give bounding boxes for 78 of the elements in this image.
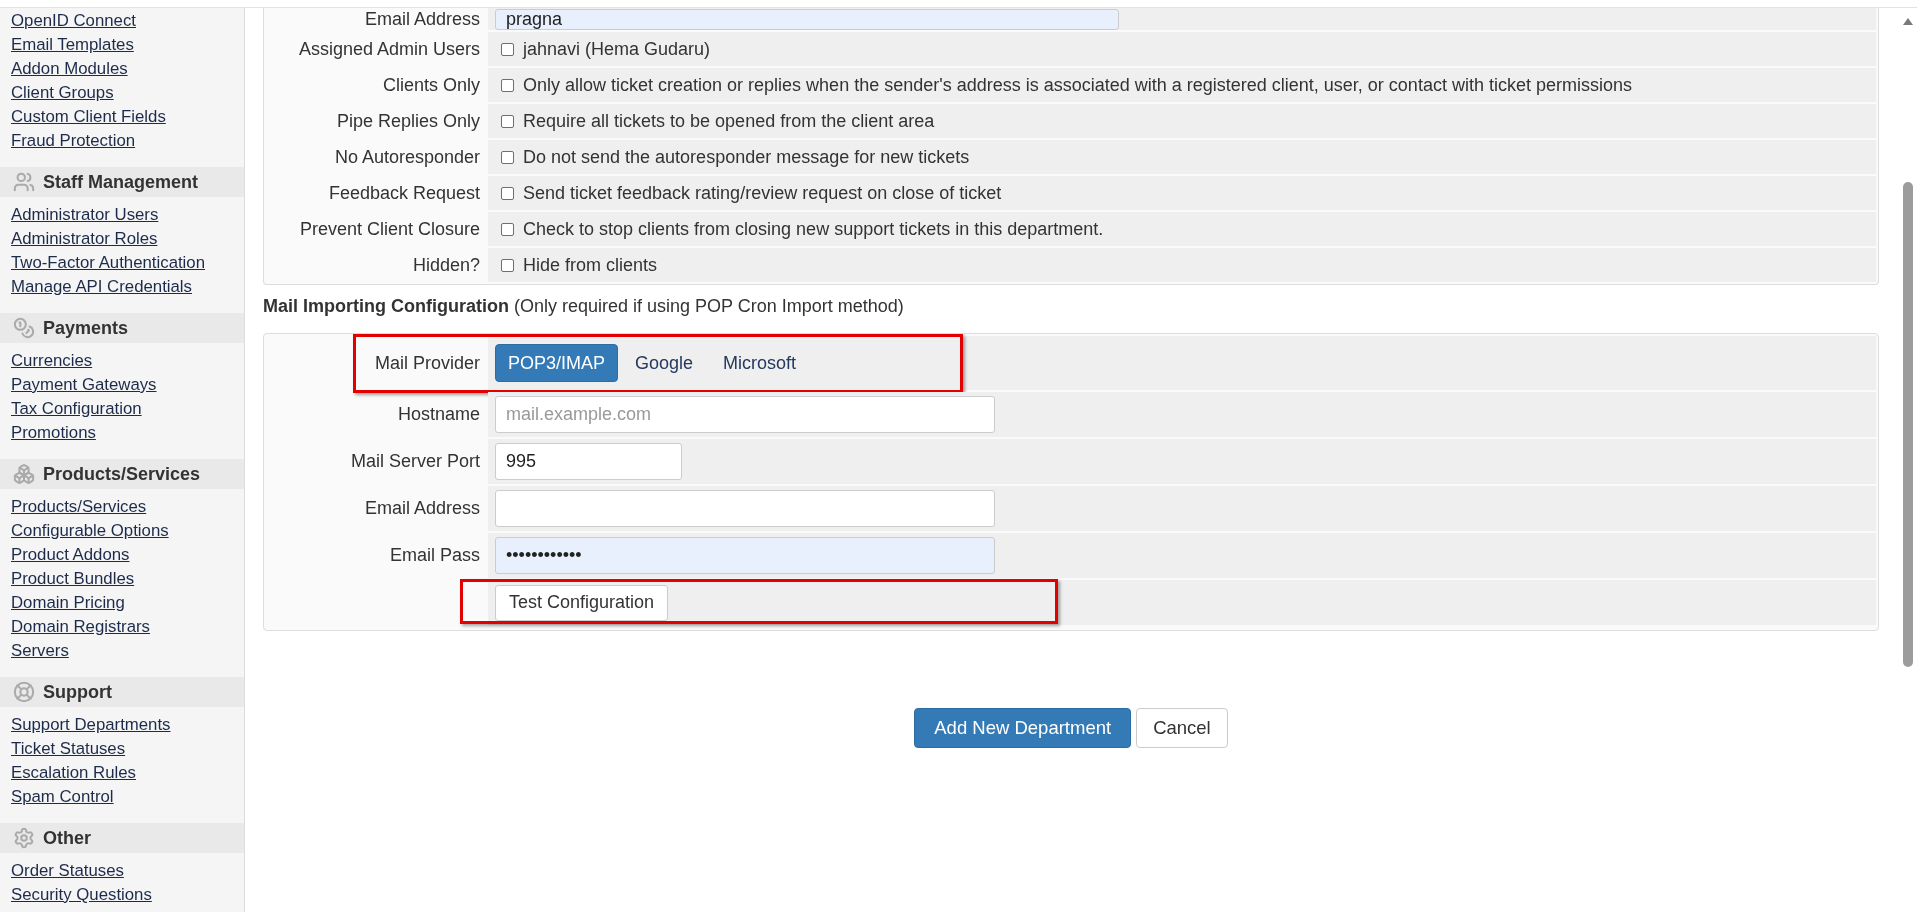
sidebar-link[interactable]: Support Departments bbox=[11, 713, 171, 737]
scroll-up-arrow-icon[interactable] bbox=[1903, 18, 1913, 25]
field-label: Feedback Request bbox=[327, 181, 481, 205]
checkbox[interactable] bbox=[501, 186, 514, 200]
scroll-thumb[interactable] bbox=[1903, 182, 1913, 667]
field-label: Mail Server Port bbox=[349, 450, 481, 473]
sidebar-link[interactable]: Escalation Rules bbox=[11, 761, 136, 785]
sidebar-link[interactable]: Domain Pricing bbox=[11, 591, 125, 615]
sidebar-link[interactable]: Manage API Credentials bbox=[11, 275, 192, 299]
test-configuration-button[interactable]: Test Configuration bbox=[495, 584, 669, 621]
sidebar-link[interactable]: Promotions bbox=[11, 421, 96, 445]
provider-tab[interactable]: Microsoft bbox=[710, 344, 810, 382]
checkbox[interactable] bbox=[501, 78, 514, 92]
sidebar-link[interactable]: Two-Factor Authentication bbox=[11, 251, 206, 275]
sidebar-link[interactable]: Order Statuses bbox=[11, 859, 124, 883]
checkbox[interactable] bbox=[501, 150, 514, 164]
input-field[interactable]: mail.example.com bbox=[495, 396, 995, 433]
sidebar-link[interactable]: Email Templates bbox=[11, 33, 134, 57]
input-field[interactable]: pragna bbox=[495, 8, 1119, 30]
checkbox[interactable] bbox=[501, 258, 514, 272]
sidebar-link[interactable]: Product Addons bbox=[11, 543, 130, 567]
sidebar-link[interactable]: Fraud Protection bbox=[11, 129, 136, 153]
checkbox-label: Require all tickets to be opened from the client area bbox=[523, 110, 935, 132]
checkbox[interactable] bbox=[501, 114, 514, 128]
field-label: Assigned Admin Users bbox=[297, 37, 481, 61]
sidebar-link[interactable]: Client Groups bbox=[11, 81, 114, 105]
cancel-button[interactable]: Cancel bbox=[1136, 708, 1228, 748]
field-label: Email Pass bbox=[388, 544, 481, 567]
checkbox-label: Send ticket feedback rating/review request on close of ticket bbox=[523, 182, 1002, 204]
sidebar-link[interactable]: Servers bbox=[11, 639, 69, 663]
checkbox-label: Only allow ticket creation or replies when the sender's address is associated with a registered client, user, or contact with ticket permissions bbox=[523, 74, 1632, 96]
field-label: No Autoresponder bbox=[333, 145, 481, 169]
input-field[interactable] bbox=[495, 490, 995, 527]
section-title: Payments bbox=[43, 317, 129, 339]
sidebar-link[interactable]: Security Questions bbox=[11, 883, 152, 907]
field-label: Pipe Replies Only bbox=[335, 109, 481, 133]
checkbox-label: Hide from clients bbox=[523, 254, 658, 276]
sidebar-link[interactable]: Product Bundles bbox=[11, 567, 135, 591]
users-icon bbox=[13, 171, 35, 193]
life-ring-icon bbox=[13, 681, 35, 703]
sidebar-link[interactable]: Ticket Statuses bbox=[11, 737, 126, 761]
checkbox[interactable] bbox=[501, 222, 514, 236]
field-label: Hidden? bbox=[411, 253, 481, 277]
provider-tab[interactable]: POP3/IMAP bbox=[495, 344, 619, 382]
field-label: Hostname bbox=[396, 403, 481, 426]
checkbox-label: Do not send the autoresponder message for new tickets bbox=[523, 146, 970, 168]
cubes-icon bbox=[13, 463, 35, 485]
section-title: Other bbox=[43, 827, 91, 849]
sidebar-link[interactable]: Addon Modules bbox=[11, 57, 128, 81]
provider-tab[interactable]: Google bbox=[622, 344, 707, 382]
field-label: Clients Only bbox=[381, 73, 481, 97]
sidebar-link[interactable]: Payment Gateways bbox=[11, 373, 157, 397]
sidebar-link[interactable]: Configurable Options bbox=[11, 519, 169, 543]
checkbox-label: jahnavi (Hema Gudaru) bbox=[523, 38, 711, 60]
password-field[interactable]: •••••••••••• bbox=[495, 537, 995, 574]
gear-icon bbox=[13, 827, 35, 849]
submit-button[interactable]: Add New Department bbox=[914, 708, 1132, 748]
checkbox[interactable] bbox=[501, 42, 514, 56]
sidebar-link[interactable]: Currencies bbox=[11, 349, 93, 373]
field-label: Email Address bbox=[363, 8, 481, 30]
sidebar-link[interactable]: Tax Configuration bbox=[11, 397, 142, 421]
coins-icon bbox=[13, 317, 35, 339]
section-title: Staff Management bbox=[43, 171, 199, 193]
sidebar-link[interactable]: Administrator Roles bbox=[11, 227, 158, 251]
sidebar-link[interactable]: Custom Client Fields bbox=[11, 105, 166, 129]
sidebar-link[interactable]: Domain Registrars bbox=[11, 615, 150, 639]
sidebar-link[interactable]: Products/Services bbox=[11, 495, 147, 519]
section-title: Support bbox=[43, 681, 112, 703]
input-field[interactable]: 995 bbox=[495, 443, 682, 480]
field-label: Mail Provider bbox=[373, 351, 481, 375]
sidebar-link[interactable]: Spam Control bbox=[11, 785, 114, 809]
checkbox-label: Check to stop clients from closing new support tickets in this department. bbox=[523, 218, 1104, 240]
field-label: Email Address bbox=[363, 497, 481, 520]
sidebar-link[interactable]: Administrator Users bbox=[11, 203, 159, 227]
section-title: Products/Services bbox=[43, 463, 201, 485]
section-heading: Mail Importing Configuration (Only required if using POP Cron Import method) bbox=[263, 295, 905, 318]
sidebar-link[interactable]: OpenID Connect bbox=[11, 9, 136, 33]
field-label: Prevent Client Closure bbox=[298, 217, 481, 241]
